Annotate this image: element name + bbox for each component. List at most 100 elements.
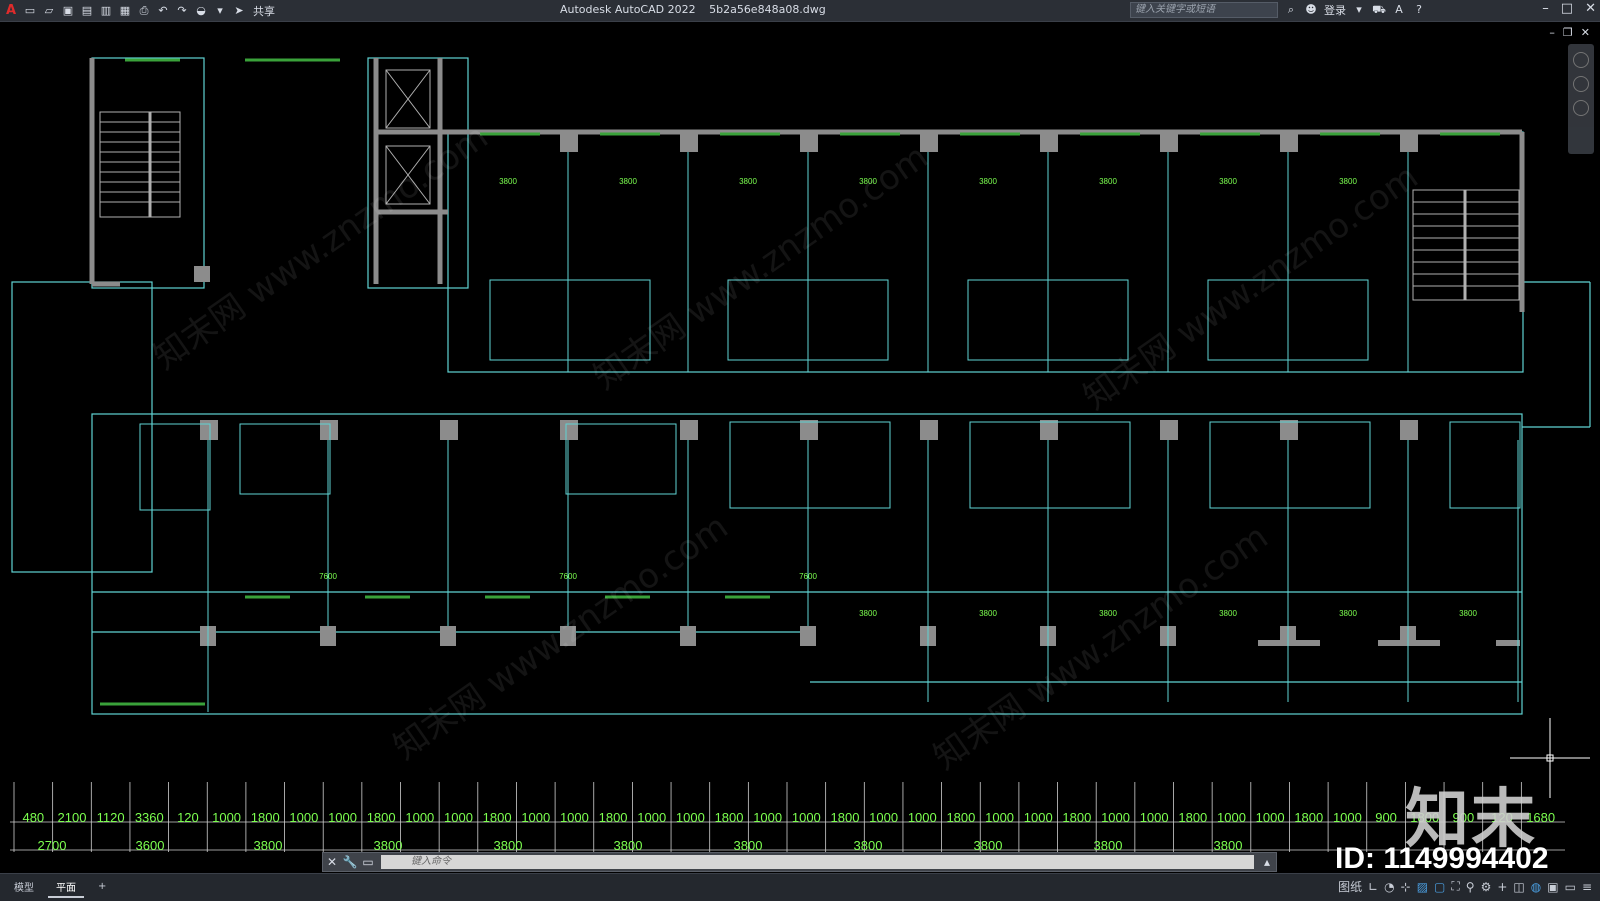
corridor-dimension-text: 7600 — [799, 572, 817, 581]
autodesk-account-icon[interactable]: A — [1392, 3, 1406, 17]
bottom-dimension-text: 1000 — [1140, 810, 1169, 825]
gear-icon[interactable]: ⚙ — [1481, 880, 1492, 894]
bottom-dimension-text: 480 — [22, 810, 44, 825]
plus-icon[interactable]: + — [1497, 880, 1507, 894]
bottom-dimension-text: 1800 — [715, 810, 744, 825]
login-button[interactable]: 登录 — [1324, 2, 1346, 18]
selection-cycling-icon[interactable]: ⛶ — [1451, 879, 1459, 894]
pan-icon[interactable] — [1573, 76, 1589, 92]
close-command-icon[interactable]: ✕ — [323, 855, 341, 869]
redo-icon[interactable]: ↷ — [175, 4, 189, 18]
bottom-total-dimension-text: 3800 — [494, 838, 523, 852]
bottom-dimension-text: 1000 — [1024, 810, 1053, 825]
windows — [100, 58, 1500, 706]
bottom-dimension-text: 1800 — [483, 810, 512, 825]
command-prompt-icon[interactable]: ▭ — [359, 855, 377, 869]
open-file-icon[interactable]: ▱ — [42, 4, 56, 18]
file-name: 5b2a56e848a08.dwg — [709, 3, 826, 16]
title-bar: A ▭ ▱ ▣ ▤ ▥ ▦ ⎙ ↶ ↷ ◒ ▾ ➤ 共享 Autodesk Au… — [0, 0, 1600, 22]
save-icon[interactable]: ▣ — [61, 4, 75, 18]
bottom-dimension-text: 1000 — [328, 810, 357, 825]
app-title: Autodesk AutoCAD 2022 — [560, 3, 696, 16]
isolate-icon[interactable]: ◍ — [1531, 880, 1541, 894]
bottom-dimension-text: 3360 — [135, 810, 164, 825]
top-dimension-text: 3800 — [739, 177, 757, 186]
bottom-dimension-text: 1000 — [1101, 810, 1130, 825]
bottom-total-dimension-text: 3800 — [254, 838, 283, 852]
cart-icon[interactable]: ⛟ — [1372, 3, 1386, 17]
help-search-input[interactable]: 键入关键字或短语 — [1130, 2, 1278, 18]
bottom-dimension-text: 1800 — [1178, 810, 1207, 825]
bottom-dimension-text: 120 — [177, 810, 199, 825]
maximize-icon[interactable]: □ — [1561, 1, 1573, 16]
search-icon[interactable]: ⌕ — [1284, 3, 1298, 17]
bottom-dimension-text: 1000 — [444, 810, 473, 825]
share-icon[interactable]: ➤ — [232, 4, 246, 18]
units-icon[interactable]: ◫ — [1513, 880, 1524, 894]
menu-icon[interactable]: ≡ — [1582, 880, 1592, 894]
top-dimension-text: 3800 — [499, 177, 517, 186]
plot-icon[interactable]: ▦ — [118, 4, 132, 18]
share-button[interactable]: 共享 — [253, 3, 275, 19]
new-file-icon[interactable]: ▭ — [23, 4, 37, 18]
window-controls: – □ ✕ — [1542, 1, 1596, 16]
save-as-icon[interactable]: ▤ — [80, 4, 94, 18]
steering-wheel-icon[interactable] — [1573, 52, 1589, 68]
quick-access-toolbar: A ▭ ▱ ▣ ▤ ▥ ▦ ⎙ ↶ ↷ ◒ ▾ ➤ 共享 — [0, 0, 275, 22]
bottom-dimension-text: 1000 — [792, 810, 821, 825]
customize-icon[interactable]: 🔧 — [341, 855, 359, 869]
bottom-dimension-text: 1000 — [637, 810, 666, 825]
command-line: ✕ 🔧 ▭ 键入命令 ▴ — [322, 852, 1277, 872]
drawing-canvas[interactable]: 3800 3800 3800 3800 3800 3800 3800 3800 3800 3800… — [0, 22, 1600, 852]
top-dimension-text: 3800 — [1099, 177, 1117, 186]
bottom-total-dimension-text: 3800 — [1214, 838, 1243, 852]
mid-dimension-text: 3800 — [859, 609, 877, 618]
watermark-id: ID: 1149994402 — [1335, 842, 1549, 875]
undo-icon[interactable]: ↶ — [156, 4, 170, 18]
dropdown-arrow-icon[interactable]: ▾ — [1352, 3, 1366, 17]
bottom-dimension-text: 1800 — [251, 810, 280, 825]
publish-icon[interactable]: ▥ — [99, 4, 113, 18]
dropdown-arrow-icon[interactable]: ▾ — [213, 4, 227, 18]
gray-walls — [89, 58, 1525, 312]
mid-dimension-text: 3800 — [1339, 609, 1357, 618]
bottom-dimension-text: 1000 — [908, 810, 937, 825]
bottom-dimension-text: 1800 — [1294, 810, 1323, 825]
transparency-icon[interactable]: ▢ — [1434, 880, 1445, 894]
hardware-icon[interactable]: ▣ — [1547, 880, 1558, 894]
bottom-dimension-text: 1000 — [869, 810, 898, 825]
bottom-dimension-text: 2100 — [58, 810, 87, 825]
tab-layout-plan[interactable]: 平面 — [48, 877, 84, 898]
close-icon[interactable]: ✕ — [1585, 1, 1596, 16]
bottom-total-dimension-text: 3800 — [734, 838, 763, 852]
clean-screen-icon[interactable]: ▭ — [1565, 880, 1576, 894]
user-icon[interactable]: ☻ — [1304, 3, 1318, 17]
tab-model[interactable]: 模型 — [6, 877, 42, 898]
zoom-icon[interactable] — [1573, 100, 1589, 116]
bottom-dimension-text: 1000 — [560, 810, 589, 825]
command-input[interactable]: 键入命令 — [381, 855, 1254, 869]
bottom-dimension-text: 1000 — [676, 810, 705, 825]
navigation-bar[interactable] — [1568, 44, 1594, 154]
bottom-total-dimension-text: 3800 — [374, 838, 403, 852]
annotation-scale-icon[interactable]: ⚲ — [1466, 880, 1475, 894]
command-history-icon[interactable]: ▴ — [1258, 855, 1276, 869]
osnap-icon[interactable]: ⊹ — [1401, 880, 1411, 894]
polar-icon[interactable]: ◔ — [1384, 880, 1394, 894]
bottom-dimension-text: 1000 — [521, 810, 550, 825]
bottom-dimension-text: 1800 — [1062, 810, 1091, 825]
bottom-dimension-text: 1000 — [753, 810, 782, 825]
minimize-icon[interactable]: – — [1542, 1, 1549, 16]
autocad-logo-icon[interactable]: A — [4, 3, 18, 18]
lineweight-icon[interactable]: ▨ — [1417, 880, 1428, 894]
add-layout-icon[interactable]: + — [90, 879, 114, 896]
print-icon[interactable]: ⎙ — [137, 4, 151, 18]
workspace-icon[interactable]: ◒ — [194, 4, 208, 18]
ortho-icon[interactable]: ∟ — [1368, 880, 1378, 894]
help-icon[interactable]: ? — [1412, 3, 1426, 17]
paper-space-label[interactable]: 图纸 — [1338, 878, 1362, 895]
bottom-dimension-text: 1000 — [289, 810, 318, 825]
bottom-dimension-text: 1800 — [367, 810, 396, 825]
top-dimension-text: 3800 — [979, 177, 997, 186]
bottom-total-dimension-text: 3600 — [136, 838, 165, 852]
